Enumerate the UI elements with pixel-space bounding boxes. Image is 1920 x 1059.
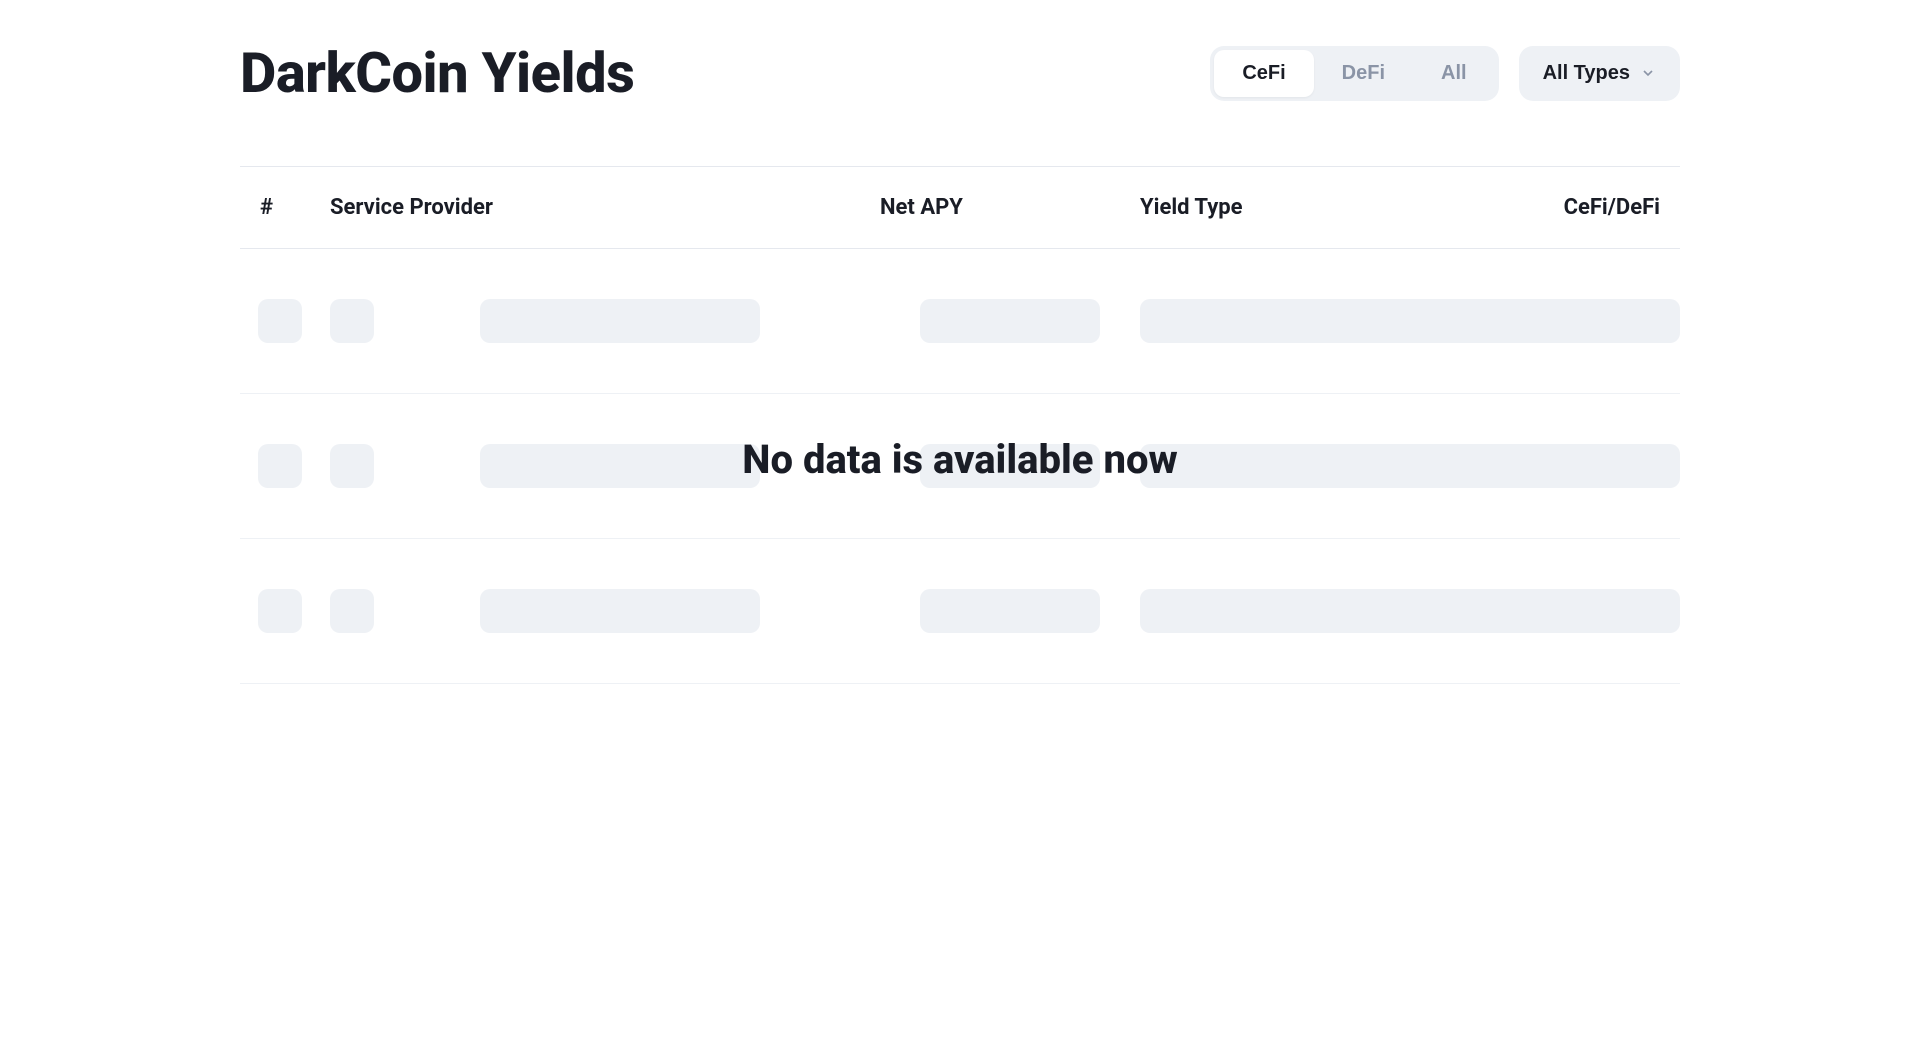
skeleton-cell <box>330 299 374 343</box>
tab-defi[interactable]: DeFi <box>1314 50 1413 97</box>
column-header-yield-type: Yield Type <box>1140 195 1460 220</box>
category-filter-tabs: CeFi DeFi All <box>1210 46 1498 101</box>
skeleton-cell <box>330 444 374 488</box>
filter-controls: CeFi DeFi All All Types <box>1210 46 1680 101</box>
tab-all[interactable]: All <box>1413 50 1495 97</box>
skeleton-cell <box>1400 299 1680 343</box>
skeleton-cell <box>258 444 302 488</box>
column-header-index: # <box>240 195 330 220</box>
skeleton-cell <box>1400 589 1680 633</box>
skeleton-cell <box>480 589 760 633</box>
skeleton-cell <box>1400 444 1680 488</box>
skeleton-cell <box>1140 299 1420 343</box>
skeleton-cell <box>480 299 760 343</box>
skeleton-cell <box>920 589 1100 633</box>
skeleton-cell <box>258 589 302 633</box>
table-body <box>240 249 1680 684</box>
type-filter-dropdown[interactable]: All Types <box>1519 46 1680 101</box>
header-row: DarkCoin Yields CeFi DeFi All All Types <box>240 40 1680 106</box>
skeleton-cell <box>920 444 1100 488</box>
table-row-skeleton <box>240 394 1680 539</box>
page-title: DarkCoin Yields <box>240 40 634 106</box>
column-header-category: CeFi/DeFi <box>1460 195 1680 220</box>
skeleton-cell <box>1140 444 1420 488</box>
type-filter-label: All Types <box>1543 62 1630 85</box>
chevron-down-icon <box>1640 65 1656 81</box>
table-row-skeleton <box>240 539 1680 684</box>
yields-table: # Service Provider Net APY Yield Type Ce… <box>240 166 1680 684</box>
column-header-apy: Net APY <box>880 195 1140 220</box>
skeleton-cell <box>330 589 374 633</box>
table-header-row: # Service Provider Net APY Yield Type Ce… <box>240 166 1680 249</box>
skeleton-cell <box>258 299 302 343</box>
skeleton-cell <box>920 299 1100 343</box>
tab-cefi[interactable]: CeFi <box>1214 50 1313 97</box>
column-header-provider: Service Provider <box>330 195 880 220</box>
page-container: DarkCoin Yields CeFi DeFi All All Types … <box>240 40 1680 684</box>
skeleton-cell <box>480 444 760 488</box>
table-row-skeleton <box>240 249 1680 394</box>
skeleton-cell <box>1140 589 1420 633</box>
